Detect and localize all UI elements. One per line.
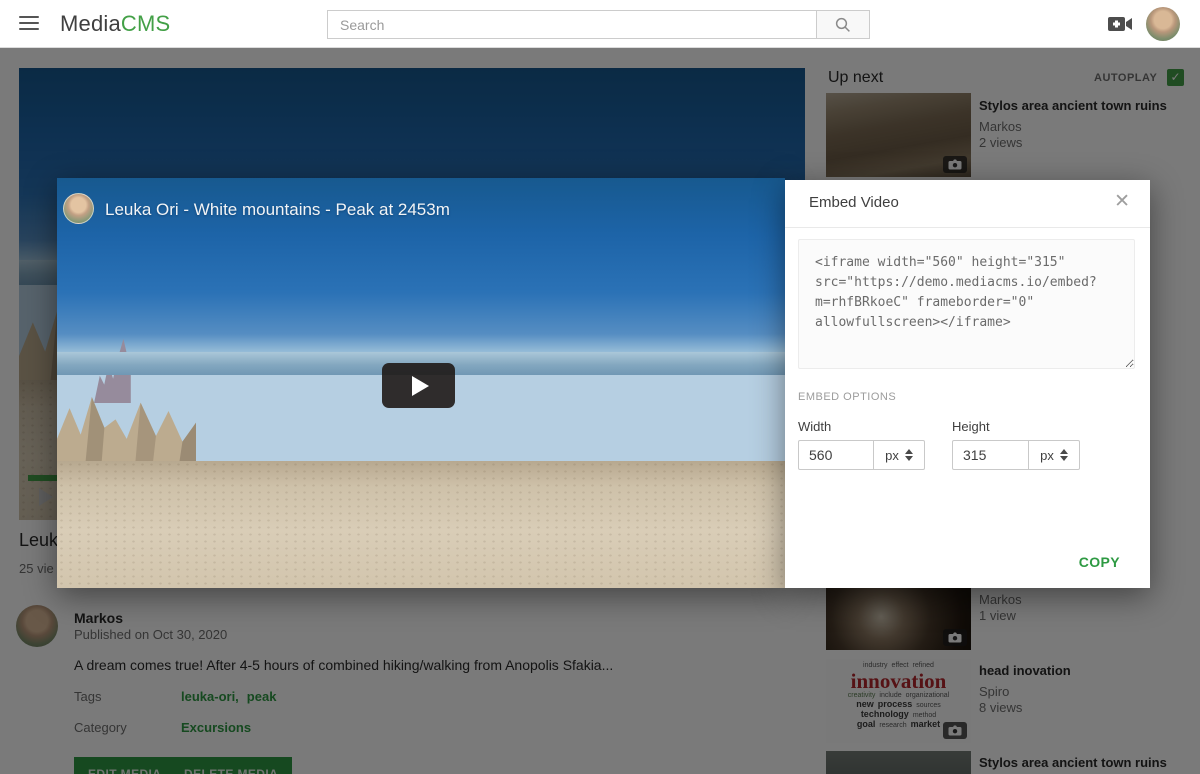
embed-preview-player[interactable]: Leuka Ori - White mountains - Peak at 24… [57,178,785,588]
copy-button[interactable]: COPY [1079,554,1120,570]
embed-options-label: EMBED OPTIONS [798,391,896,403]
preview-author-avatar[interactable] [63,193,94,224]
hamburger-menu-icon[interactable] [19,16,39,31]
embed-video-modal: Embed Video ✕ <iframe width="560" height… [785,180,1150,588]
search-bar [327,10,870,39]
updown-arrows-icon [1060,449,1068,461]
modal-title: Embed Video [809,194,899,211]
preview-play-button[interactable] [382,363,455,408]
top-header: MediaCMS [0,0,1200,48]
upload-media-button[interactable] [1107,14,1134,34]
play-icon [412,376,429,396]
updown-arrows-icon [905,449,913,461]
modal-divider [785,227,1150,228]
width-unit-select[interactable]: px [874,440,925,470]
mediacms-app: MediaCMS [0,0,1200,774]
height-unit-select[interactable]: px [1029,440,1080,470]
height-input[interactable] [952,440,1029,470]
width-unit-value: px [885,448,899,463]
search-icon [834,16,852,34]
width-label: Width [798,419,831,434]
height-label: Height [952,419,990,434]
search-input[interactable] [327,10,816,39]
embed-code-textarea[interactable]: <iframe width="560" height="315" src="ht… [798,239,1135,369]
brand-media-text: Media [60,11,121,36]
brand-cms-text: CMS [121,11,171,36]
video-upload-icon [1107,14,1134,34]
close-icon[interactable]: ✕ [1114,191,1130,213]
height-unit-value: px [1040,448,1054,463]
brand-logo[interactable]: MediaCMS [60,11,170,37]
user-avatar[interactable] [1146,7,1180,41]
width-input[interactable] [798,440,874,470]
search-button[interactable] [816,10,870,39]
preview-video-title[interactable]: Leuka Ori - White mountains - Peak at 24… [105,200,450,220]
